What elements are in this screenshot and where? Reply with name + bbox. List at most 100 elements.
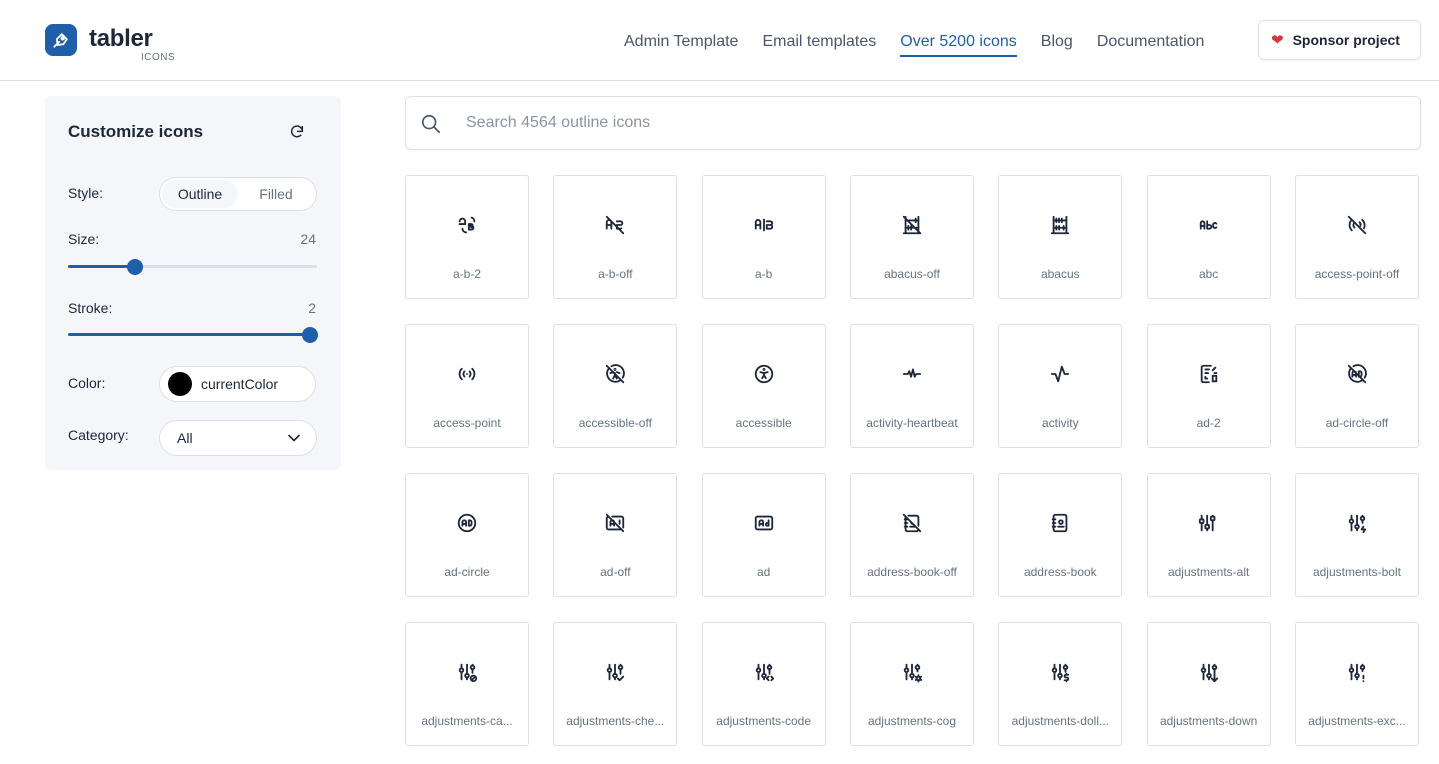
icon-tile[interactable]: accessible-off [553, 324, 678, 448]
nav-blog[interactable]: Blog [1041, 23, 1073, 57]
style-outline-option[interactable]: Outline [162, 180, 238, 208]
adjalt-icon [1197, 511, 1221, 535]
nav-icons[interactable]: Over 5200 icons [900, 23, 1017, 57]
category-select[interactable]: All [159, 420, 317, 456]
icon-tile[interactable]: ad-circle-off [1294, 324, 1419, 448]
icon-search-box [405, 96, 1421, 150]
adjcode-icon [752, 660, 776, 684]
icon-tile-label: adjustments-che... [566, 714, 665, 728]
ad2-icon [1197, 362, 1221, 386]
icon-tile[interactable]: a-b-2 [405, 175, 529, 299]
adjcheck-icon [603, 660, 627, 684]
ad-icon [752, 511, 776, 535]
icon-tile-label: adjustments-bolt [1312, 565, 1401, 579]
icon-tile-label: address-book [1023, 565, 1097, 579]
icon-tile[interactable]: address-book [998, 473, 1123, 597]
icon-tile[interactable]: address-book-off [849, 473, 974, 597]
search-icon [421, 114, 441, 134]
icon-tile-label: adjustments-alt [1167, 565, 1250, 579]
icon-tile-label: abacus-off [884, 267, 940, 281]
acc-icon [752, 362, 776, 386]
icon-tile[interactable]: adjustments-code [701, 622, 826, 746]
search-input[interactable] [466, 97, 1396, 149]
stroke-slider-thumb[interactable] [301, 327, 318, 343]
icon-tile-label: access-point-off [1314, 267, 1400, 281]
icon-tile[interactable]: abacus [998, 175, 1123, 299]
customize-panel: Customize icons Style: Outline Filled Si… [45, 96, 341, 470]
apoff-icon [1345, 213, 1369, 237]
icon-tile[interactable]: a-b-off [553, 175, 678, 299]
adjcog-icon [900, 660, 924, 684]
icon-tile[interactable]: adjustments-doll... [998, 622, 1123, 746]
icon-tile[interactable]: abc [1146, 175, 1271, 299]
nav-admin-template[interactable]: Admin Template [624, 23, 738, 57]
icon-tile[interactable]: a-b [701, 175, 826, 299]
icon-tile[interactable]: access-point-off [1294, 175, 1419, 299]
nav-documentation[interactable]: Documentation [1097, 23, 1205, 57]
icon-tile[interactable]: adjustments-cog [849, 622, 974, 746]
icon-tile[interactable]: adjustments-alt [1146, 473, 1271, 597]
icon-tile[interactable]: adjustments-exc... [1294, 622, 1419, 746]
stroke-label: Stroke: [68, 300, 113, 316]
sponsor-button[interactable]: ❤ Sponsor project [1258, 20, 1421, 60]
icon-tile[interactable]: ad-off [553, 473, 678, 597]
icon-tile-label: access-point [433, 416, 501, 430]
style-toggle: Outline Filled [159, 177, 317, 211]
color-swatch [168, 372, 192, 396]
icon-tile[interactable]: adjustments-bolt [1294, 473, 1419, 597]
icon-tile[interactable]: ad-2 [1146, 324, 1271, 448]
aboff-icon [603, 213, 627, 237]
icon-tile-label: ad-circle-off [1325, 416, 1389, 430]
size-slider-thumb[interactable] [127, 259, 144, 275]
style-label: Style: [68, 185, 104, 201]
icon-tile[interactable]: activity [998, 324, 1123, 448]
icon-tile-label: abc [1198, 267, 1219, 281]
size-label: Size: [68, 231, 100, 247]
refresh-icon[interactable] [289, 124, 305, 140]
icon-tile[interactable]: ad [701, 473, 826, 597]
adjbolt-icon [1345, 511, 1369, 535]
tabler-logo-icon [45, 24, 77, 56]
customize-title: Customize icons [68, 122, 204, 141]
abacus-icon [1048, 213, 1072, 237]
icon-tile[interactable]: ad-circle [405, 473, 529, 597]
size-value: 24 [300, 231, 316, 247]
icon-tile[interactable]: accessible [701, 324, 826, 448]
icon-tile[interactable]: adjustments-che... [553, 622, 678, 746]
abacusoff-icon [900, 213, 924, 237]
ap-icon [455, 362, 479, 386]
icon-grid: a-b-2 a-b-off a-b abacus-off abacus abc access… [405, 175, 1421, 746]
icon-tile[interactable]: abacus-off [849, 175, 974, 299]
icon-tile-label: activity [1041, 416, 1079, 430]
icon-tile[interactable]: adjustments-down [1146, 622, 1271, 746]
size-slider[interactable] [68, 259, 317, 275]
color-picker[interactable]: currentColor [159, 366, 316, 402]
icon-tile[interactable]: adjustments-ca... [405, 622, 529, 746]
category-label: Category: [68, 427, 129, 443]
adcircleoff-icon [1345, 362, 1369, 386]
icon-tile-label: abacus [1040, 267, 1080, 281]
icon-tile-label: adjustments-exc... [1308, 714, 1406, 728]
main-nav: Admin Template Email templates Over 5200… [612, 0, 1216, 80]
adcircle-icon [455, 511, 479, 535]
brand-name: tabler [89, 25, 153, 52]
stroke-slider[interactable] [68, 327, 318, 343]
adoff-icon [603, 511, 627, 535]
stroke-value: 2 [308, 300, 316, 316]
icon-tile[interactable]: access-point [405, 324, 529, 448]
color-value: currentColor [201, 376, 279, 392]
icon-tile-label: adjustments-cog [867, 714, 956, 728]
icon-tile-label: activity-heartbeat [866, 416, 958, 430]
nav-email-templates[interactable]: Email templates [762, 23, 876, 57]
icon-tile-label: ad [756, 565, 771, 579]
sponsor-label: Sponsor project [1292, 32, 1400, 48]
icon-tile-label: a-b-off [598, 267, 633, 281]
icon-tile-label: adjustments-ca... [421, 714, 513, 728]
style-filled-option[interactable]: Filled [238, 180, 314, 208]
icon-tile[interactable]: activity-heartbeat [849, 324, 974, 448]
adjexc-icon [1345, 660, 1369, 684]
category-value: All [177, 430, 193, 446]
icon-tile-label: a-b-2 [452, 267, 481, 281]
icon-tile-label: adjustments-doll... [1011, 714, 1109, 728]
brand-logo[interactable]: tabler ICONS [45, 24, 175, 63]
